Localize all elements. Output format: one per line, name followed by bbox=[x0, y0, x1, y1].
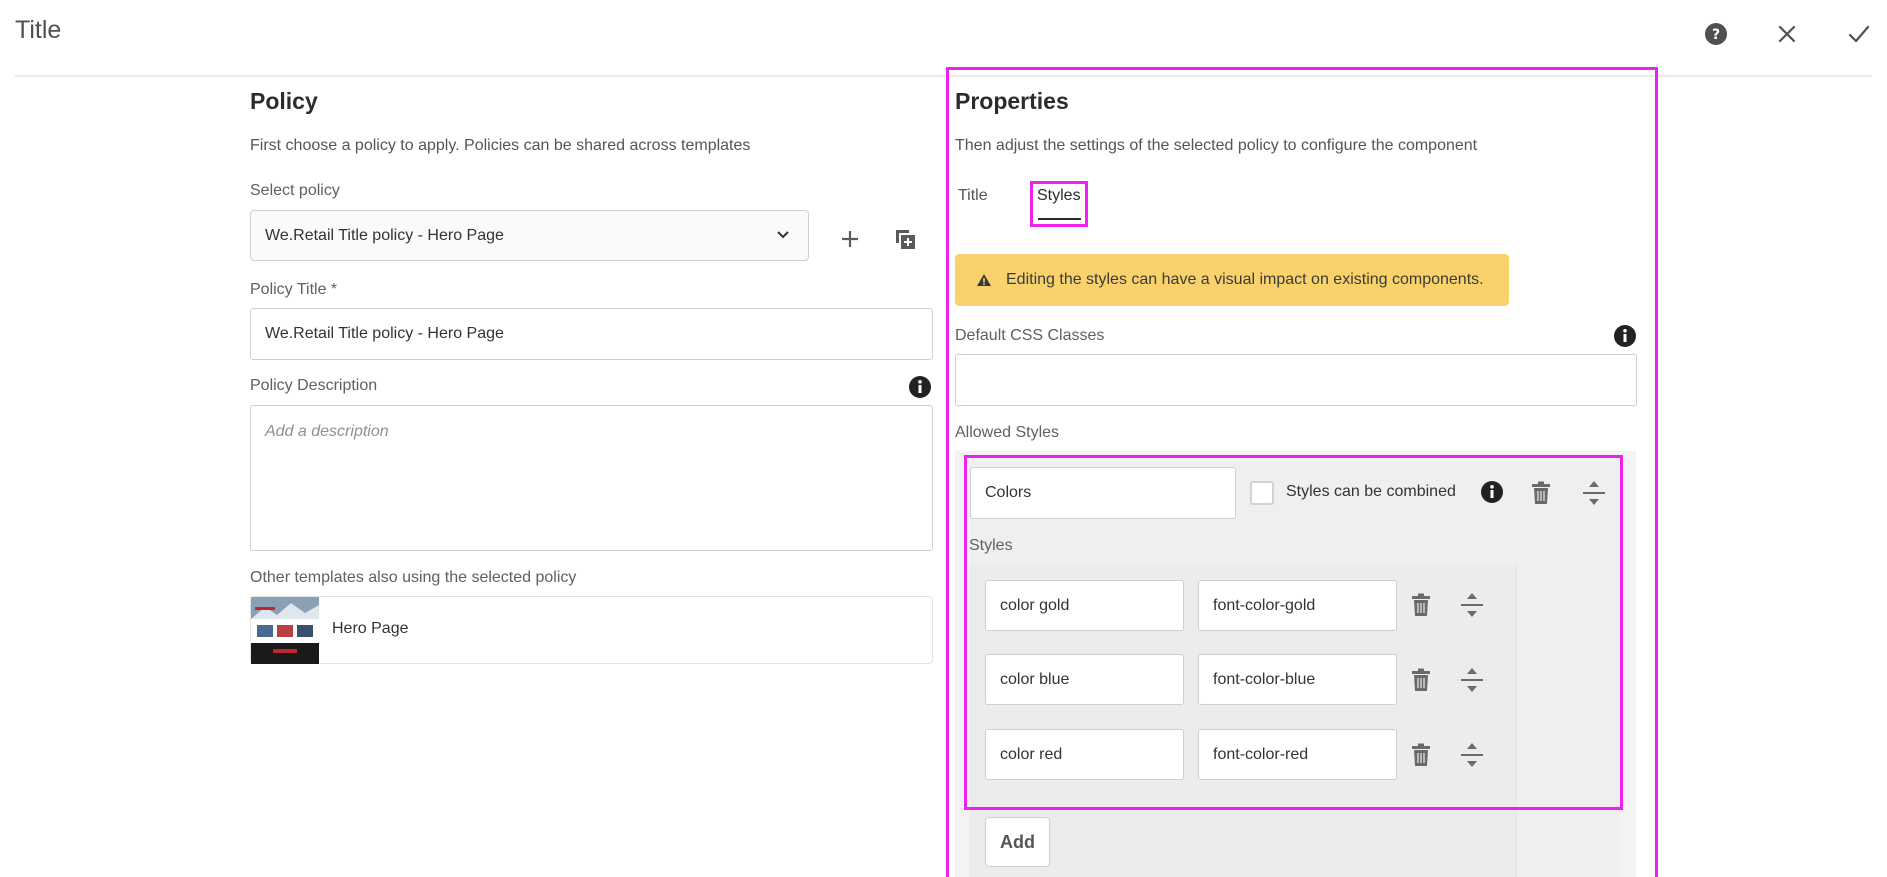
info-icon bbox=[909, 376, 931, 398]
properties-heading: Properties bbox=[955, 88, 1069, 114]
delete-style-button[interactable] bbox=[1408, 664, 1434, 696]
checkmark-icon bbox=[1848, 25, 1870, 43]
help-circle-icon: ? bbox=[1705, 23, 1727, 45]
delete-style-group-button[interactable] bbox=[1527, 477, 1555, 509]
template-name: Hero Page bbox=[332, 620, 409, 637]
default-css-input[interactable] bbox=[955, 354, 1637, 406]
trash-icon bbox=[1412, 593, 1430, 616]
style-class-input[interactable]: font-color-red bbox=[1198, 729, 1397, 780]
default-css-info[interactable] bbox=[1611, 322, 1639, 350]
chevron-down-icon bbox=[777, 231, 789, 239]
add-style-button[interactable]: Add bbox=[985, 817, 1050, 867]
other-templates-label: Other templates also using the selected … bbox=[250, 569, 577, 586]
policy-description-textarea[interactable]: Add a description bbox=[250, 405, 933, 551]
duplicate-policy-button[interactable] bbox=[887, 222, 923, 256]
style-group-name-input[interactable]: Colors bbox=[970, 467, 1236, 519]
delete-style-button[interactable] bbox=[1408, 589, 1434, 621]
duplicate-icon bbox=[896, 230, 915, 249]
policy-title-label: Policy Title * bbox=[250, 281, 338, 298]
trash-icon bbox=[1412, 743, 1430, 766]
delete-style-button[interactable] bbox=[1408, 739, 1434, 771]
style-name-input[interactable]: color blue bbox=[985, 654, 1184, 705]
dialog-title: Title bbox=[15, 16, 62, 44]
policy-description-label: Policy Description bbox=[250, 377, 378, 394]
styles-combined-label: Styles can be combined bbox=[1286, 483, 1456, 500]
drag-handle-icon bbox=[1461, 743, 1483, 767]
close-button[interactable] bbox=[1769, 16, 1805, 52]
allowed-styles-label: Allowed Styles bbox=[955, 424, 1060, 441]
policy-description-info[interactable] bbox=[906, 373, 934, 401]
select-policy-dropdown[interactable]: We.Retail Title policy - Hero Page bbox=[250, 210, 809, 261]
svg-text:?: ? bbox=[1712, 27, 1720, 43]
help-button[interactable]: ? bbox=[1698, 16, 1734, 52]
style-group-info[interactable] bbox=[1478, 478, 1506, 506]
select-policy-label: Select policy bbox=[250, 182, 340, 199]
tab-styles[interactable]: Styles bbox=[1037, 187, 1081, 205]
header-divider bbox=[15, 75, 1872, 77]
style-class-input[interactable]: font-color-blue bbox=[1198, 654, 1397, 705]
policy-description: First choose a policy to apply. Policies… bbox=[250, 137, 751, 154]
drag-handle-icon bbox=[1461, 668, 1483, 692]
info-icon bbox=[1614, 325, 1636, 347]
style-class-input[interactable]: font-color-gold bbox=[1198, 580, 1397, 631]
template-list-item[interactable]: Hero Page bbox=[250, 596, 933, 664]
add-policy-button[interactable] bbox=[832, 222, 868, 256]
plus-icon bbox=[842, 231, 858, 247]
template-thumbnail bbox=[251, 597, 319, 664]
policy-heading: Policy bbox=[250, 88, 318, 114]
styles-combined-checkbox[interactable] bbox=[1250, 481, 1274, 505]
default-css-label: Default CSS Classes bbox=[955, 327, 1105, 344]
select-policy-value: We.Retail Title policy - Hero Page bbox=[265, 226, 504, 244]
style-name-input[interactable]: color red bbox=[985, 729, 1184, 780]
styles-label: Styles bbox=[969, 537, 1013, 554]
warning-text: Editing the styles can have a visual imp… bbox=[1006, 271, 1484, 288]
reorder-style-handle[interactable] bbox=[1459, 739, 1485, 771]
active-tab-indicator bbox=[1038, 218, 1081, 220]
trash-icon bbox=[1412, 668, 1430, 691]
reorder-style-handle[interactable] bbox=[1459, 589, 1485, 621]
drag-handle-icon bbox=[1583, 481, 1605, 505]
done-button[interactable] bbox=[1841, 16, 1877, 52]
reorder-style-handle[interactable] bbox=[1459, 664, 1485, 696]
info-icon bbox=[1481, 481, 1503, 503]
styles-warning-banner: Editing the styles can have a visual imp… bbox=[955, 254, 1509, 306]
tab-title[interactable]: Title bbox=[958, 187, 988, 205]
style-name-input[interactable]: color gold bbox=[985, 580, 1184, 631]
reorder-style-group-handle[interactable] bbox=[1580, 477, 1608, 509]
alert-icon bbox=[977, 274, 991, 286]
properties-description: Then adjust the settings of the selected… bbox=[955, 137, 1478, 154]
trash-icon bbox=[1532, 481, 1550, 504]
dialog-header: Title ? bbox=[0, 0, 1887, 77]
close-icon bbox=[1778, 25, 1796, 43]
policy-title-input[interactable]: We.Retail Title policy - Hero Page bbox=[250, 308, 933, 360]
drag-handle-icon bbox=[1461, 593, 1483, 617]
